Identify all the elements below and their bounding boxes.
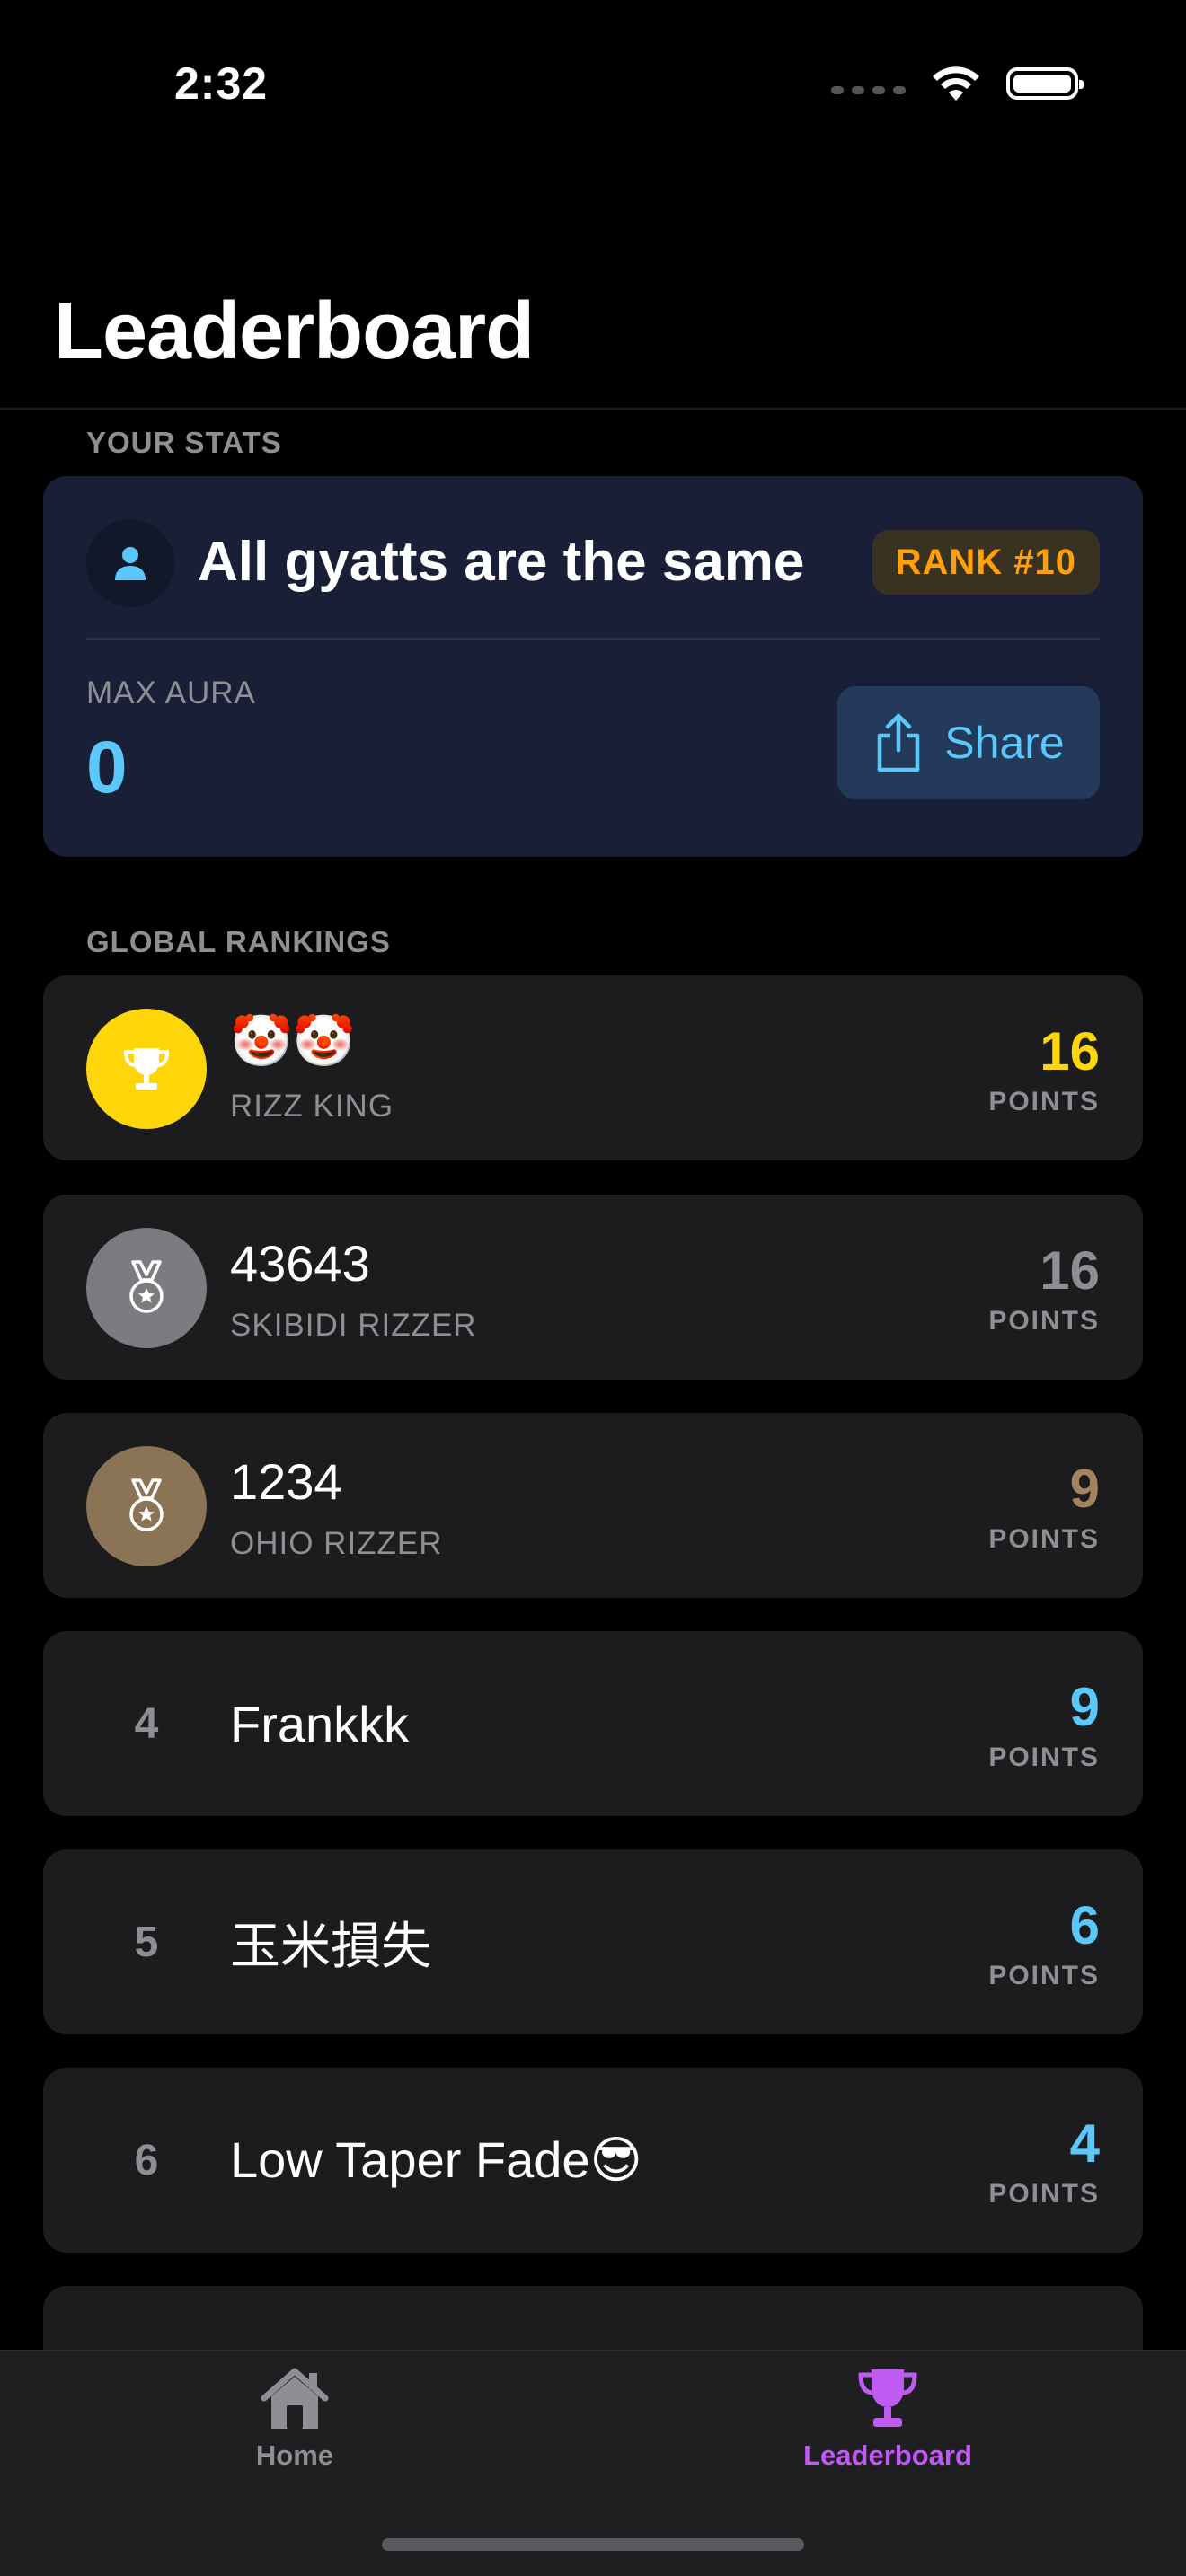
row-points: 9: [1069, 1459, 1100, 1519]
leaderboard-row: 6 Low Taper Fade😎 4 POINTS: [43, 2068, 1143, 2253]
your-stats-card: All gyatts are the same RANK #10 MAX AUR…: [43, 476, 1143, 857]
avatar: [86, 519, 174, 607]
bronze-medal-badge: [86, 1446, 207, 1566]
username: All gyatts are the same: [198, 531, 805, 593]
your-stats-label: YOUR STATS: [86, 426, 282, 459]
row-title: OHIO RIZZER: [230, 1526, 443, 1561]
status-time: 2:32: [174, 58, 269, 109]
row-name: 43643: [230, 1235, 370, 1292]
cellular-signal-icon: [831, 85, 906, 94]
person-icon: [115, 547, 146, 580]
tab-home[interactable]: Home: [160, 2364, 429, 2472]
share-button[interactable]: Share: [837, 686, 1100, 799]
row-name: 🤡🤡: [230, 1012, 356, 1069]
row-points: 9: [1069, 1677, 1100, 1737]
max-aura-value: 0: [86, 727, 128, 808]
row-points: 6: [1069, 1895, 1100, 1955]
silver-medal-badge: [86, 1228, 207, 1348]
leaderboard-row: 🤡🤡 RIZZ KING 16 POINTS: [43, 975, 1143, 1160]
leaderboard-row: 4 Frankkk 9 POINTS: [43, 1631, 1143, 1816]
row-title: SKIBIDI RIZZER: [230, 1308, 477, 1343]
page-title: Leaderboard: [54, 287, 535, 376]
status-bar: 2:32: [0, 0, 1186, 171]
row-points: 4: [1069, 2113, 1100, 2174]
medal-icon: [129, 1478, 164, 1531]
points-label: POINTS: [988, 1087, 1100, 1116]
row-title: RIZZ KING: [230, 1089, 394, 1124]
rank-number: 5: [134, 1918, 159, 1966]
house-icon: [261, 2368, 329, 2429]
stats-divider: [86, 638, 1100, 640]
trophy-badge: [86, 1009, 207, 1129]
leaderboard-row: 43643 SKIBIDI RIZZER 16 POINTS: [43, 1195, 1143, 1380]
battery-icon: [1006, 67, 1084, 100]
trophy-icon: [123, 1048, 170, 1090]
points-label: POINTS: [988, 1524, 1100, 1554]
rank-badge: RANK #10: [872, 530, 1100, 595]
tab-leaderboard[interactable]: Leaderboard: [753, 2364, 1022, 2472]
points-label: POINTS: [988, 1742, 1100, 1772]
trophy-icon: [858, 2369, 917, 2427]
leaderboard-row: 5 玉米損失 6 POINTS: [43, 1849, 1143, 2034]
leaderboard-row: 1234 OHIO RIZZER 9 POINTS: [43, 1413, 1143, 1598]
points-label: POINTS: [988, 1961, 1100, 1990]
status-icons: [831, 65, 1084, 102]
row-name: Frankkk: [230, 1695, 410, 1752]
points-label: POINTS: [988, 1306, 1100, 1336]
title-divider: [0, 408, 1186, 410]
medal-icon: [129, 1260, 164, 1313]
tab-home-label: Home: [255, 2439, 334, 2471]
tab-leaderboard-label: Leaderboard: [803, 2439, 972, 2471]
row-name: Low Taper Fade😎: [230, 2131, 642, 2188]
wifi-icon: [933, 66, 979, 101]
share-label: Share: [944, 718, 1065, 768]
row-name: 1234: [230, 1453, 342, 1510]
max-aura-label: MAX AURA: [86, 675, 256, 710]
rank-number: 4: [134, 1699, 159, 1748]
row-name: 玉米損失: [230, 1917, 431, 1974]
row-points: 16: [1040, 1240, 1100, 1301]
share-icon: [878, 713, 920, 772]
points-label: POINTS: [988, 2179, 1100, 2209]
global-rankings-label: GLOBAL RANKINGS: [86, 925, 391, 958]
rank-number: 6: [134, 2136, 159, 2184]
home-indicator: [382, 2538, 804, 2551]
row-points: 16: [1040, 1021, 1100, 1081]
